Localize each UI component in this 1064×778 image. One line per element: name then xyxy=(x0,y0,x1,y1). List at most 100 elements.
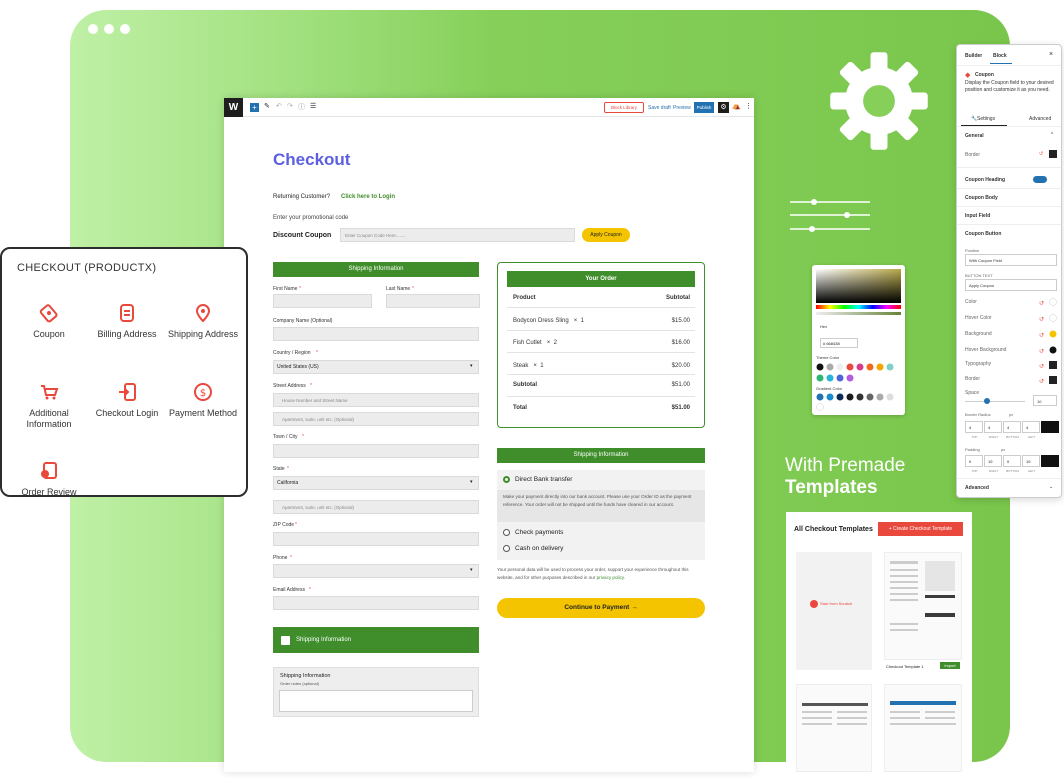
block-review[interactable]: Order Review xyxy=(11,461,87,498)
wordpress-icon[interactable]: W xyxy=(224,98,243,117)
order-notes-textarea[interactable] xyxy=(279,690,473,712)
reset-icon[interactable]: ↺ xyxy=(1039,151,1043,157)
radio-cod[interactable] xyxy=(503,545,510,552)
radius-top[interactable]: 4 xyxy=(965,421,983,433)
gradient-swatches[interactable] xyxy=(816,392,902,412)
publish-button[interactable]: Publish xyxy=(694,102,714,113)
padding-left[interactable]: 19 xyxy=(1022,455,1040,467)
block-shipping[interactable]: Shipping Address xyxy=(165,303,241,340)
radius-right[interactable]: 4 xyxy=(984,421,1002,433)
coupon-input[interactable]: Enter Coupon Code Here........ xyxy=(340,228,575,242)
picker-mode[interactable]: Hex xyxy=(820,324,827,329)
town-input[interactable] xyxy=(273,444,479,458)
save-draft-button[interactable]: Save draft xyxy=(648,105,671,111)
side-left: LEFT xyxy=(1027,435,1036,439)
pencil-icon[interactable]: ✎ xyxy=(264,102,270,110)
tab-builder[interactable]: Builder xyxy=(965,53,982,59)
close-icon[interactable]: × xyxy=(1049,51,1053,58)
country-select[interactable]: United States (US) xyxy=(273,360,479,374)
more-menu-icon[interactable]: ⋮ xyxy=(745,102,752,110)
block-coupon[interactable]: Coupon xyxy=(11,303,87,340)
add-block-icon[interactable]: + xyxy=(250,103,259,112)
style-controls[interactable]: ↺ ↺ ↺ ↺ ↺ ↺ xyxy=(1039,298,1059,388)
street-input-1[interactable]: House Number and Street Name xyxy=(273,393,479,407)
space-slider[interactable] xyxy=(965,401,1025,402)
apply-coupon-button[interactable]: Apply Coupon xyxy=(582,228,630,242)
chevron-up-icon[interactable]: ^ xyxy=(1051,132,1053,138)
tab-advanced[interactable]: Advanced xyxy=(1029,116,1051,122)
first-name-input[interactable] xyxy=(273,294,372,308)
bank-transfer-label[interactable]: Direct Bank transfer xyxy=(515,476,572,483)
undo-icon[interactable]: ↶ xyxy=(276,102,282,110)
section-advanced[interactable]: Advanced xyxy=(965,485,989,491)
gradient-colors-label: Gradient Color xyxy=(816,386,843,391)
block-description: Display the Coupon field to your desired… xyxy=(965,80,1054,93)
hex-input[interactable]: # 668438 xyxy=(820,338,858,348)
heading-toggle[interactable] xyxy=(1033,176,1047,183)
padding-inputs[interactable]: 0 19 0 19 xyxy=(965,455,1059,467)
info-icon[interactable]: ⓘ xyxy=(298,102,305,112)
block-login[interactable]: Checkout Login xyxy=(89,382,165,419)
radius-left[interactable]: 4 xyxy=(1022,421,1040,433)
tab-settings[interactable]: Settings xyxy=(977,116,995,122)
ship-checkbox[interactable] xyxy=(281,636,290,645)
ship-different-box[interactable]: Shipping Information xyxy=(273,627,479,653)
padding-top[interactable]: 0 xyxy=(965,455,983,467)
login-link[interactable]: Click here to Login xyxy=(341,194,395,200)
check-payments-label[interactable]: Check payments xyxy=(515,529,563,536)
email-input[interactable] xyxy=(273,596,479,610)
apartment-input[interactable]: Apartment, suite, unit etc. (Optional) xyxy=(273,500,479,514)
last-name-input[interactable] xyxy=(386,294,480,308)
border-radius-inputs[interactable]: 4 4 4 4 xyxy=(965,421,1059,433)
radio-bank[interactable] xyxy=(503,476,510,483)
link-icon[interactable] xyxy=(1041,421,1059,433)
block-additional[interactable]: Additional Information xyxy=(11,382,87,430)
block-library-button[interactable]: Block Library xyxy=(604,102,644,113)
settings-icon[interactable]: ⚙ xyxy=(718,102,729,113)
phone-input[interactable] xyxy=(273,564,479,578)
padding-bottom[interactable]: 0 xyxy=(1003,455,1021,467)
radio-check[interactable] xyxy=(503,529,510,536)
state-select[interactable]: California xyxy=(273,476,479,490)
list-view-icon[interactable]: ☰ xyxy=(310,102,316,110)
section-coupon-body[interactable]: Coupon Body xyxy=(965,195,998,201)
saturation-area[interactable] xyxy=(816,269,901,303)
button-text-input[interactable]: Apply Coupon xyxy=(965,279,1057,291)
import-button[interactable]: Import xyxy=(940,662,960,669)
link-icon[interactable] xyxy=(1041,455,1059,467)
zip-input[interactable] xyxy=(273,532,479,546)
redo-icon[interactable]: ↷ xyxy=(287,102,293,110)
section-coupon-button[interactable]: Coupon Button xyxy=(965,231,1001,237)
padding-right[interactable]: 19 xyxy=(984,455,1002,467)
template-thumb-1[interactable] xyxy=(884,552,962,660)
template-thumb-3[interactable] xyxy=(884,684,962,772)
padding-unit[interactable]: px xyxy=(1001,447,1005,452)
create-template-button[interactable]: + Create Checkout Template xyxy=(878,522,963,536)
template-thumb-2[interactable] xyxy=(796,684,872,772)
alpha-slider[interactable] xyxy=(816,312,901,315)
section-general[interactable]: General xyxy=(965,133,984,139)
space-input[interactable]: 10 xyxy=(1033,395,1057,406)
block-billing[interactable]: Billing Address xyxy=(89,303,165,340)
block-payment[interactable]: $ Payment Method xyxy=(165,382,241,419)
radius-bottom[interactable]: 4 xyxy=(1003,421,1021,433)
border-style-button[interactable] xyxy=(1049,150,1057,158)
theme-swatches[interactable] xyxy=(816,362,902,389)
radius-unit[interactable]: px xyxy=(1009,412,1013,417)
start-from-scratch-card[interactable]: Start from Scratch xyxy=(796,552,872,670)
chevron-down-icon[interactable]: ⌄ xyxy=(1049,484,1053,490)
hue-slider[interactable] xyxy=(816,305,901,309)
street-input-2[interactable]: Apartment, suite, unit etc. (Optional) xyxy=(273,412,479,426)
section-coupon-heading[interactable]: Coupon Heading xyxy=(965,177,1005,183)
privacy-link[interactable]: privacy policy. xyxy=(597,575,626,580)
section-input-field[interactable]: Input Field xyxy=(965,213,990,219)
space-slider-handle[interactable] xyxy=(984,398,990,404)
continue-to-payment-button[interactable]: Continue to Payment → xyxy=(497,598,705,618)
tab-block[interactable]: Block xyxy=(993,53,1007,59)
cash-on-delivery-label[interactable]: Cash on delivery xyxy=(515,545,563,552)
preview-button[interactable]: Preview xyxy=(673,105,691,111)
company-input[interactable] xyxy=(273,327,479,341)
basket-icon[interactable]: ⛺ xyxy=(732,102,741,110)
position-select[interactable]: With Coupon Field xyxy=(965,254,1057,266)
color-picker[interactable]: Hex # 668438 Theme Color Gradient Color xyxy=(812,265,905,415)
